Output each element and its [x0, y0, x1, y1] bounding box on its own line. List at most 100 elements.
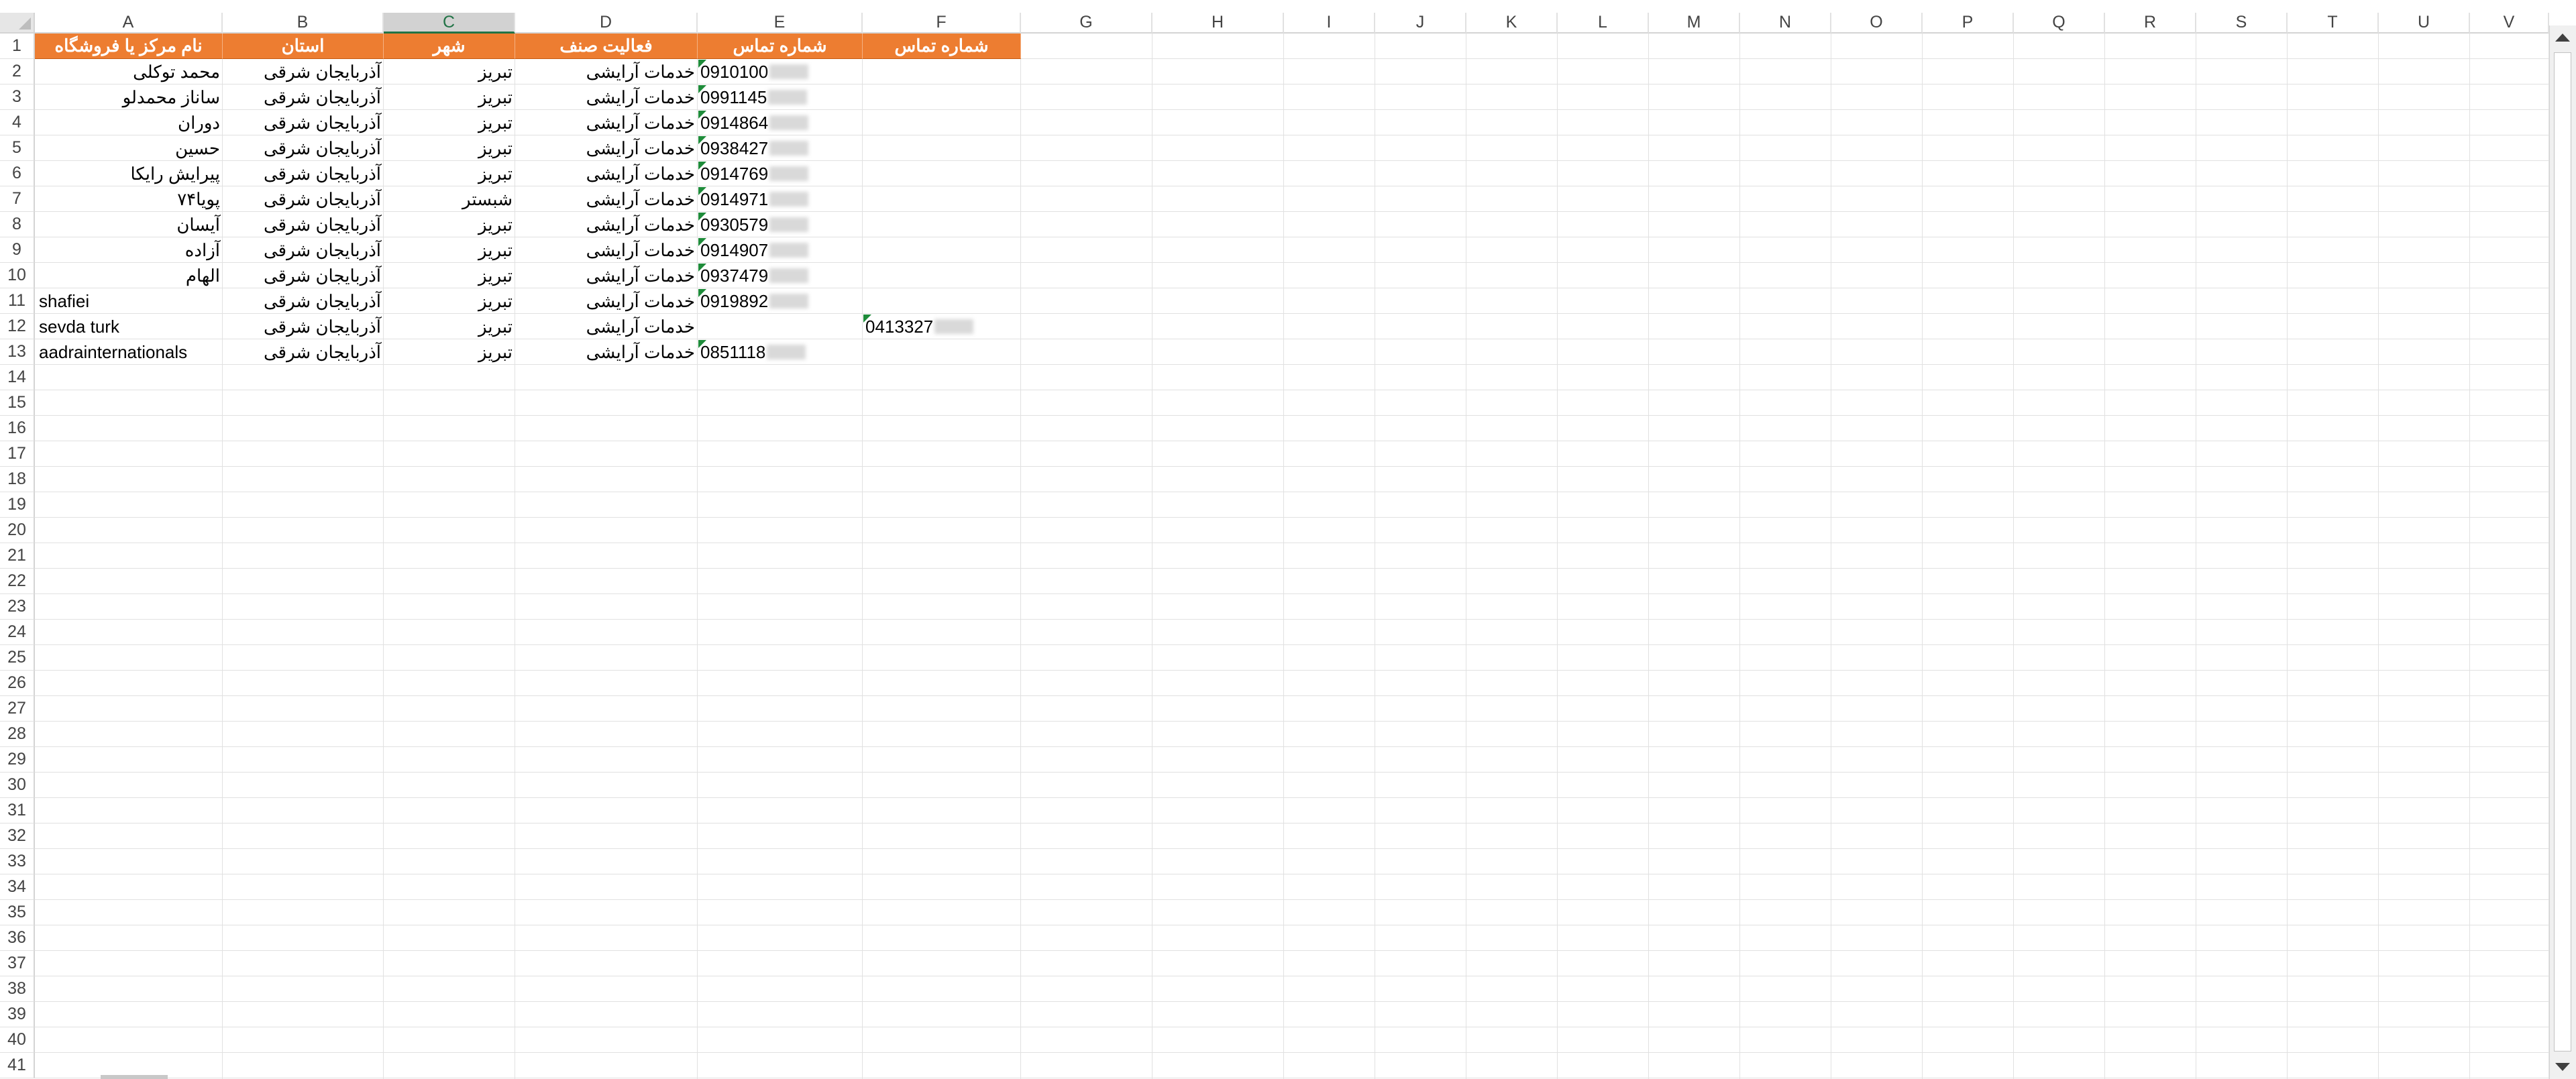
row-header-1[interactable]: 1 [0, 34, 35, 59]
cell-phone-1[interactable]: 0938427 [698, 135, 863, 161]
header-cell-store-name[interactable]: نام مرکز یا فروشگاه [35, 34, 223, 59]
cell-store-name[interactable]: ساناز محمدلو [35, 84, 223, 110]
cell-city[interactable]: تبریز [384, 212, 515, 237]
row-header-34[interactable]: 34 [0, 874, 35, 900]
cell-city[interactable]: تبریز [384, 314, 515, 339]
cell-province[interactable]: آذربایجان شرقی [223, 84, 384, 110]
header-cell-province[interactable]: استان [223, 34, 384, 59]
row-header-14[interactable]: 14 [0, 365, 35, 390]
cell-store-name[interactable]: پویا۷۴ [35, 186, 223, 212]
row-header-39[interactable]: 39 [0, 1002, 35, 1027]
cell-phone-1[interactable]: 0914907 [698, 237, 863, 263]
column-header-f[interactable]: F [863, 13, 1021, 34]
cell-activity[interactable]: خدمات آرایشی [515, 110, 698, 135]
column-header-u[interactable]: U [2379, 13, 2470, 34]
cell-province[interactable]: آذربایجان شرقی [223, 135, 384, 161]
row-header-31[interactable]: 31 [0, 798, 35, 824]
column-header-p[interactable]: P [1923, 13, 2014, 34]
cell-city[interactable]: تبریز [384, 59, 515, 84]
cell-activity[interactable]: خدمات آرایشی [515, 288, 698, 314]
column-header-v[interactable]: V [2470, 13, 2549, 34]
row-header-22[interactable]: 22 [0, 569, 35, 594]
cell-province[interactable]: آذربایجان شرقی [223, 186, 384, 212]
row-header-29[interactable]: 29 [0, 747, 35, 773]
row-header-41[interactable]: 41 [0, 1053, 35, 1078]
row-header-19[interactable]: 19 [0, 492, 35, 518]
cell-city[interactable]: تبریز [384, 84, 515, 110]
cell-city[interactable]: تبریز [384, 110, 515, 135]
cell-store-name[interactable]: دوران [35, 110, 223, 135]
cell-province[interactable]: آذربایجان شرقی [223, 339, 384, 365]
column-header-a[interactable]: A [35, 13, 223, 34]
row-header-27[interactable]: 27 [0, 696, 35, 722]
cell-province[interactable]: آذربایجان شرقی [223, 288, 384, 314]
vertical-scrollbar[interactable] [2549, 25, 2576, 1079]
column-header-c[interactable]: C [384, 13, 515, 34]
row-header-30[interactable]: 30 [0, 773, 35, 798]
header-cell-phone-2[interactable]: شماره تماس [863, 34, 1021, 59]
row-header-36[interactable]: 36 [0, 925, 35, 951]
row-header-12[interactable]: 12 [0, 314, 35, 339]
cell-phone-1[interactable]: 0914864 [698, 110, 863, 135]
cell-phone-1[interactable]: 0851118 [698, 339, 863, 365]
cell-store-name[interactable]: shafiei [35, 288, 223, 314]
column-header-d[interactable]: D [515, 13, 698, 34]
row-header-5[interactable]: 5 [0, 135, 35, 161]
row-header-10[interactable]: 10 [0, 263, 35, 288]
row-header-8[interactable]: 8 [0, 212, 35, 237]
row-header-17[interactable]: 17 [0, 441, 35, 467]
scroll-down-arrow-icon[interactable] [2555, 1063, 2570, 1071]
cell-store-name[interactable]: حسین [35, 135, 223, 161]
header-cell-activity[interactable]: فعالیت صنف [515, 34, 698, 59]
cell-store-name[interactable]: آزاده [35, 237, 223, 263]
row-header-28[interactable]: 28 [0, 722, 35, 747]
cell-activity[interactable]: خدمات آرایشی [515, 339, 698, 365]
cell-province[interactable]: آذربایجان شرقی [223, 237, 384, 263]
cell-phone-1[interactable]: 0919892 [698, 288, 863, 314]
column-header-g[interactable]: G [1021, 13, 1152, 34]
column-header-l[interactable]: L [1558, 13, 1649, 34]
cell-activity[interactable]: خدمات آرایشی [515, 314, 698, 339]
cell-city[interactable]: تبریز [384, 263, 515, 288]
cell-activity[interactable]: خدمات آرایشی [515, 84, 698, 110]
row-header-32[interactable]: 32 [0, 824, 35, 849]
cell-activity[interactable]: خدمات آرایشی [515, 263, 698, 288]
cell-activity[interactable]: خدمات آرایشی [515, 237, 698, 263]
column-header-e[interactable]: E [698, 13, 863, 34]
cell-province[interactable]: آذربایجان شرقی [223, 314, 384, 339]
column-header-j[interactable]: J [1375, 13, 1466, 34]
row-header-35[interactable]: 35 [0, 900, 35, 925]
row-header-33[interactable]: 33 [0, 849, 35, 874]
column-header-s[interactable]: S [2196, 13, 2288, 34]
cell-phone-1[interactable]: 0937479 [698, 263, 863, 288]
cell-store-name[interactable]: آیسان [35, 212, 223, 237]
row-header-20[interactable]: 20 [0, 518, 35, 543]
scroll-up-arrow-icon[interactable] [2555, 34, 2570, 42]
cell-activity[interactable]: خدمات آرایشی [515, 212, 698, 237]
column-header-q[interactable]: Q [2014, 13, 2105, 34]
row-header-18[interactable]: 18 [0, 467, 35, 492]
cell-city[interactable]: تبریز [384, 237, 515, 263]
row-header-23[interactable]: 23 [0, 594, 35, 620]
column-header-m[interactable]: M [1649, 13, 1740, 34]
cell-province[interactable]: آذربایجان شرقی [223, 263, 384, 288]
row-header-25[interactable]: 25 [0, 645, 35, 671]
row-header-24[interactable]: 24 [0, 620, 35, 645]
column-header-i[interactable]: I [1284, 13, 1375, 34]
column-header-b[interactable]: B [223, 13, 384, 34]
row-header-7[interactable]: 7 [0, 186, 35, 212]
cell-store-name[interactable]: sevda turk [35, 314, 223, 339]
cell-province[interactable]: آذربایجان شرقی [223, 110, 384, 135]
row-header-11[interactable]: 11 [0, 288, 35, 314]
cell-store-name[interactable]: aadrainternationals [35, 339, 223, 365]
cell-activity[interactable]: خدمات آرایشی [515, 135, 698, 161]
select-all-corner[interactable] [0, 13, 35, 34]
cell-phone-1[interactable]: 0991145 [698, 84, 863, 110]
column-header-t[interactable]: T [2288, 13, 2379, 34]
cell-city[interactable]: تبریز [384, 135, 515, 161]
row-header-3[interactable]: 3 [0, 84, 35, 110]
cell-activity[interactable]: خدمات آرایشی [515, 59, 698, 84]
column-header-o[interactable]: O [1831, 13, 1923, 34]
cell-province[interactable]: آذربایجان شرقی [223, 161, 384, 186]
cell-phone-1[interactable]: 0910100 [698, 59, 863, 84]
